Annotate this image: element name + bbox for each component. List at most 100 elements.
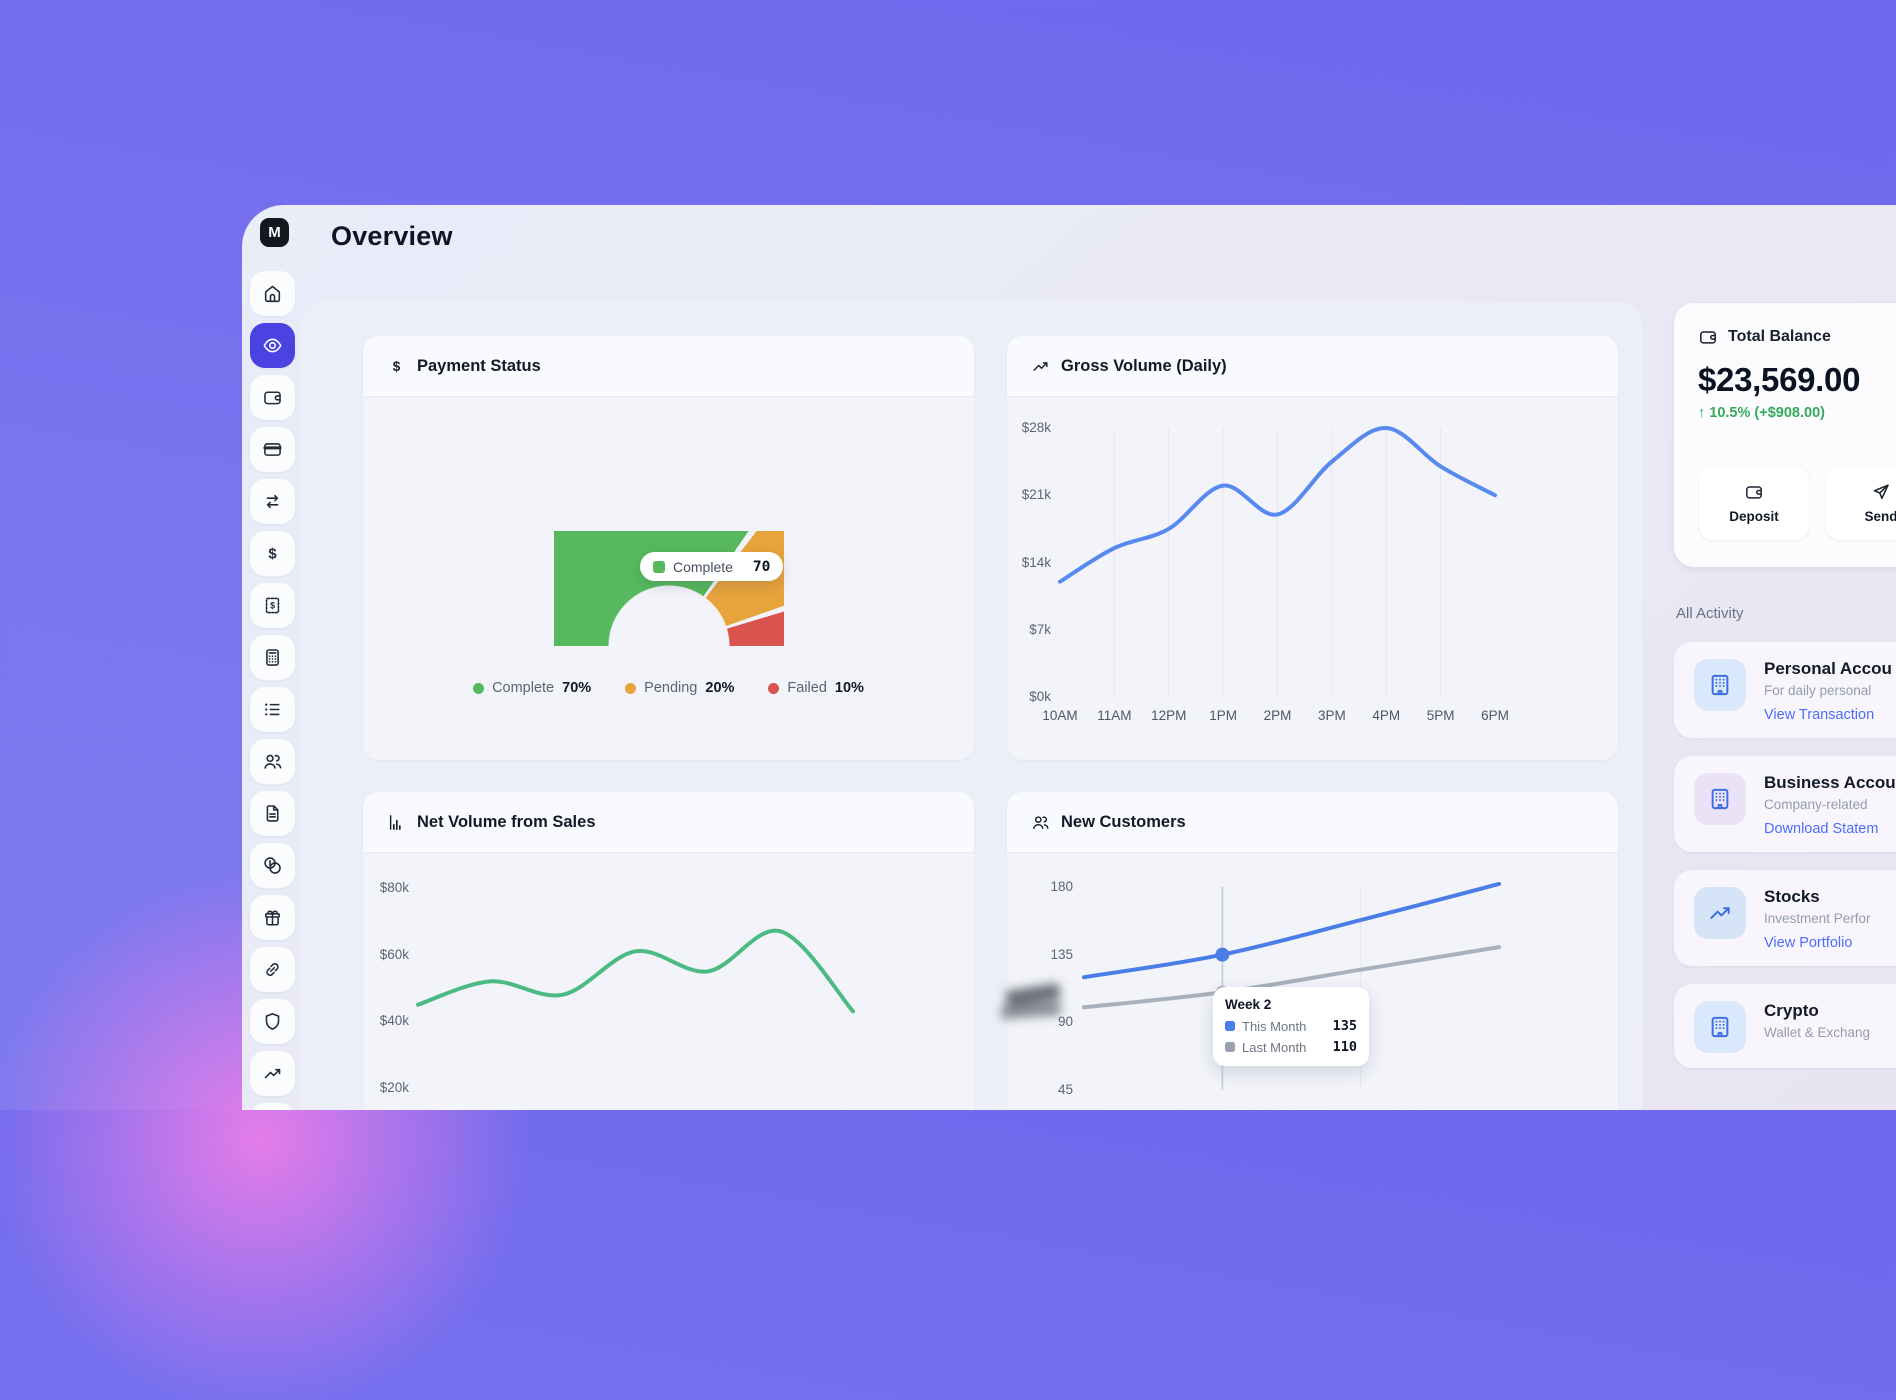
card-title: New Customers — [1061, 813, 1186, 832]
sidebar-item-customers[interactable] — [250, 739, 295, 784]
tooltip-row: This Month135 — [1225, 1018, 1357, 1034]
activity-card[interactable]: CryptoWallet & Exchang — [1674, 984, 1896, 1068]
sidebar-item-transactions[interactable] — [250, 687, 295, 732]
gift-icon — [262, 907, 283, 928]
transfer-icon — [262, 491, 283, 512]
y-axis-label: 90 — [1007, 1013, 1073, 1031]
right-panel: Total Balance $23,569.00 ↑ 10.5% (+$908.… — [1674, 303, 1896, 1068]
gauge-tooltip-label: Complete — [673, 559, 733, 575]
wallet-icon — [1698, 327, 1718, 347]
total-balance-label: Total Balance — [1728, 328, 1831, 346]
sidebar-item-devices[interactable] — [250, 1103, 295, 1110]
activity-subtitle: Investment Perfor — [1764, 911, 1871, 926]
activity-list: Personal Accou For daily personal View Tra… — [1674, 642, 1896, 1068]
activity-title: Stocks — [1764, 887, 1871, 907]
eye-icon — [262, 335, 283, 356]
legend-item: Pending20% — [625, 680, 734, 696]
y-axis-label: 45 — [1007, 1081, 1073, 1099]
sidebar-item-cards[interactable] — [250, 427, 295, 472]
activity-subtitle: Company-related — [1764, 797, 1896, 812]
document-icon — [262, 803, 283, 824]
tooltip-row: Last Month110 — [1225, 1039, 1357, 1055]
y-axis-label: $7k — [1007, 621, 1051, 639]
sidebar-item-invoices[interactable]: $ — [250, 583, 295, 628]
y-axis-label: $40k — [363, 1012, 409, 1030]
chart-tooltip: Complete 70 — [640, 552, 783, 581]
sidebar-item-documents[interactable] — [250, 791, 295, 836]
activity-card[interactable]: Personal Accou For daily personal View Tra… — [1674, 642, 1896, 738]
card-title: Gross Volume (Daily) — [1061, 357, 1227, 376]
activity-card[interactable]: Stocks Investment Perfor View Portfolio — [1674, 870, 1896, 966]
svg-text:$: $ — [270, 601, 275, 611]
invoice-icon: $ — [262, 595, 283, 616]
credit-card-icon — [262, 439, 283, 460]
sidebar-item-home[interactable] — [250, 271, 295, 316]
activity-link[interactable]: Download Statem — [1764, 821, 1896, 837]
y-axis-label: $80k — [363, 879, 409, 897]
activity-title: Personal Accou — [1764, 659, 1892, 679]
wallet-icon — [262, 387, 283, 408]
svg-text:$: $ — [268, 547, 277, 563]
desktop: { "app": { "logo_letter": "M", "title": … — [0, 0, 1896, 1110]
card-title: Payment Status — [417, 357, 541, 376]
sidebar-item-analytics[interactable] — [250, 1051, 295, 1096]
payment-gauge-chart[interactable] — [554, 531, 784, 646]
activity-link[interactable]: View Portfolio — [1764, 935, 1871, 951]
card-header: New Customers — [1007, 792, 1618, 853]
data-point-marker — [1215, 948, 1229, 962]
link-icon — [262, 959, 283, 980]
trend-up-icon — [1031, 357, 1050, 376]
legend-dot-icon — [473, 683, 484, 694]
sidebar-item-overview[interactable] — [250, 323, 295, 368]
card-header: Gross Volume (Daily) — [1007, 336, 1618, 397]
sidebar-item-payments[interactable]: $ — [250, 531, 295, 576]
payment-status-card: $ Payment Status Complete 70 Complete70%… — [363, 336, 974, 760]
y-axis-label: $14k — [1007, 554, 1051, 572]
send-button[interactable]: Send — [1826, 466, 1896, 540]
dollar-icon: $ — [262, 543, 283, 564]
sidebar-item-transfers[interactable] — [250, 479, 295, 524]
sidebar-item-coins[interactable] — [250, 843, 295, 888]
net-volume-chart[interactable] — [408, 863, 863, 1110]
y-axis-label: $21k — [1007, 486, 1051, 504]
legend-item: Failed10% — [768, 680, 864, 696]
y-axis-label: $60k — [363, 946, 409, 964]
activity-card[interactable]: Business Accou Company-related Download St… — [1674, 756, 1896, 852]
all-activity-heading: All Activity — [1676, 605, 1896, 622]
new-customers-chart[interactable] — [1074, 862, 1509, 1110]
users-icon — [1031, 813, 1050, 832]
sidebar-item-accounting[interactable] — [250, 635, 295, 680]
trend-icon — [262, 1063, 283, 1084]
payment-legend: Complete70% Pending20% Failed10% — [363, 680, 974, 696]
users-icon — [262, 751, 283, 772]
legend-dot-icon — [625, 683, 636, 694]
dashboard-grid: $ Payment Status Complete 70 Complete70%… — [300, 302, 1643, 1110]
legend-dot-icon — [768, 683, 779, 694]
deposit-button[interactable]: Deposit — [1699, 466, 1809, 540]
page-title: Overview — [331, 221, 453, 252]
stocks-icon — [1694, 887, 1746, 939]
total-balance-card: Total Balance $23,569.00 ↑ 10.5% (+$908.… — [1674, 303, 1896, 567]
sidebar-item-wallet[interactable] — [250, 375, 295, 420]
activity-subtitle: Wallet & Exchang — [1764, 1025, 1870, 1040]
sidebar-item-rewards[interactable] — [250, 895, 295, 940]
gauge-tooltip-swatch — [653, 561, 665, 573]
tooltip-title: Week 2 — [1225, 997, 1357, 1012]
y-axis-label: 180 — [1007, 878, 1073, 896]
net-volume-card: Net Volume from Sales $80k$60k$40k$20k — [363, 792, 974, 1110]
card-header: Net Volume from Sales — [363, 792, 974, 853]
building-icon — [1694, 1001, 1746, 1053]
svg-text:$: $ — [393, 359, 401, 374]
send-icon — [1871, 482, 1891, 502]
home-icon — [262, 283, 283, 304]
legend-item: Complete70% — [473, 680, 591, 696]
activity-subtitle: For daily personal — [1764, 683, 1892, 698]
activity-title: Business Accou — [1764, 773, 1896, 793]
activity-link[interactable]: View Transaction — [1764, 707, 1892, 723]
sidebar-item-links[interactable] — [250, 947, 295, 992]
wallet-icon — [1744, 482, 1764, 502]
total-balance-amount: $23,569.00 — [1698, 361, 1896, 399]
sidebar-item-security[interactable] — [250, 999, 295, 1044]
gross-volume-chart[interactable] — [1050, 403, 1505, 722]
app-logo[interactable]: M — [260, 218, 289, 247]
